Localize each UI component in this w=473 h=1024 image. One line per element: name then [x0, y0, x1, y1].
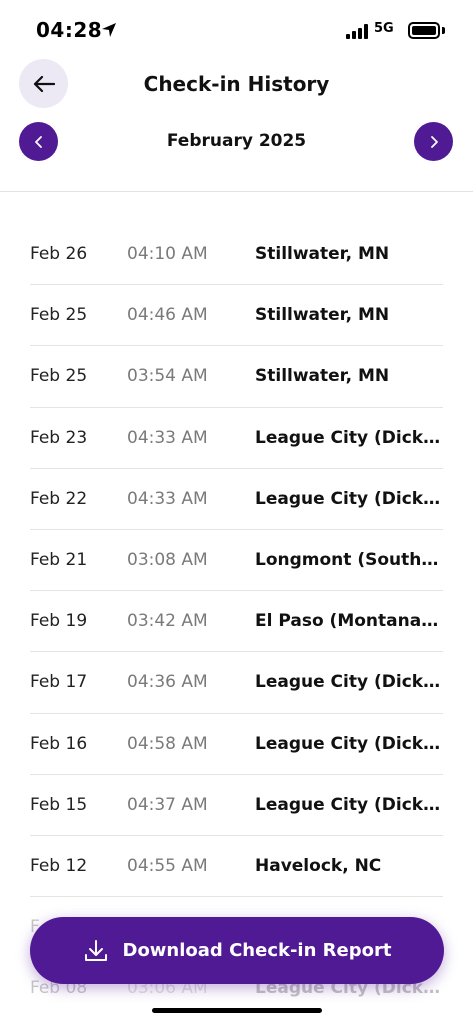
checkin-location: Stillwater, MN	[255, 366, 390, 387]
checkin-date: Feb 26	[30, 244, 88, 264]
status-time: 04:28	[36, 18, 103, 42]
checkin-location: Havelock, NC	[255, 855, 382, 876]
checkin-row: Feb 21 03:08 AM Longmont (South),...	[30, 530, 445, 592]
checkin-row: Feb 26 04:10 AM Stillwater, MN	[30, 224, 443, 286]
checkin-row: Feb 22 04:33 AM League City (Dickin...	[30, 469, 445, 530]
battery-icon	[408, 22, 440, 39]
checkin-time: 04:55 AM	[127, 855, 208, 876]
checkin-row: Feb 23 04:33 AM League City (Dickin...	[30, 408, 445, 469]
status-bar: 04:28 5G	[0, 0, 473, 60]
checkin-date: Feb 22	[30, 488, 88, 509]
checkin-time: 04:10 AM	[127, 244, 208, 264]
checkin-location: League City (Dickin...	[255, 794, 445, 815]
month-label: February 2025	[166, 131, 307, 151]
checkin-location: Longmont (South),...	[255, 549, 445, 570]
location-arrow-icon	[102, 23, 116, 37]
checkin-time: 03:42 AM	[127, 611, 208, 632]
checkin-row: Feb 17 04:36 AM League City (Dickin...	[30, 652, 445, 714]
next-month-button[interactable]	[414, 122, 453, 161]
checkin-date: Feb 23	[30, 427, 88, 448]
download-icon	[84, 939, 107, 961]
checkin-location: League City (Dickin...	[255, 488, 445, 509]
checkin-list[interactable]: Feb 26 04:10 AM Stillwater, MN Feb 25 04…	[30, 224, 445, 1019]
month-navigation: February 2025	[0, 122, 473, 164]
checkin-location: League City (Dickin...	[255, 672, 445, 693]
checkin-time: 04:36 AM	[127, 672, 208, 693]
checkin-time: 03:08 AM	[127, 549, 208, 570]
chevron-right-icon	[430, 135, 438, 148]
checkin-time: 04:33 AM	[127, 488, 208, 509]
checkin-time: 04:33 AM	[127, 427, 208, 448]
checkin-time: 04:46 AM	[127, 305, 208, 326]
checkin-date: Feb 21	[30, 549, 88, 570]
checkin-time: 04:58 AM	[127, 733, 208, 754]
download-report-label: Download Check-in Report	[122, 940, 392, 961]
checkin-location: League City (Dickin...	[255, 427, 445, 448]
checkin-row: Feb 12 04:55 AM Havelock, NC	[30, 836, 443, 898]
header-divider	[0, 191, 473, 192]
checkin-location: Stillwater, MN	[255, 244, 390, 264]
checkin-location: League City (Dickin...	[255, 733, 445, 754]
page-title: Check-in History	[143, 72, 330, 96]
checkin-date: Feb 25	[30, 366, 88, 387]
checkin-location: Stillwater, MN	[255, 305, 390, 326]
home-indicator[interactable]	[152, 1008, 322, 1013]
checkin-date: Feb 16	[30, 733, 88, 754]
checkin-date: Feb 12	[30, 855, 88, 876]
checkin-row: Feb 25 03:54 AM Stillwater, MN	[30, 346, 443, 408]
checkin-row: Feb 25 04:46 AM Stillwater, MN	[30, 285, 443, 347]
checkin-time: 03:54 AM	[127, 366, 208, 387]
checkin-date: Feb 19	[30, 611, 88, 632]
download-report-button[interactable]: Download Check-in Report	[30, 917, 444, 984]
checkin-date: Feb 15	[30, 794, 88, 815]
checkin-row: Feb 16 04:58 AM League City (Dickin...	[30, 714, 445, 775]
network-label: 5G	[374, 21, 394, 36]
checkin-date: Feb 17	[30, 672, 88, 693]
checkin-row: Feb 15 04:37 AM League City (Dickin...	[30, 775, 445, 836]
checkin-time: 04:37 AM	[127, 794, 208, 815]
signal-bars-icon	[346, 24, 368, 39]
checkin-date: Feb 25	[30, 305, 88, 326]
checkin-row: Feb 19 03:42 AM El Paso (Montana), TX	[30, 591, 445, 653]
checkin-location: El Paso (Montana), TX	[255, 611, 445, 632]
